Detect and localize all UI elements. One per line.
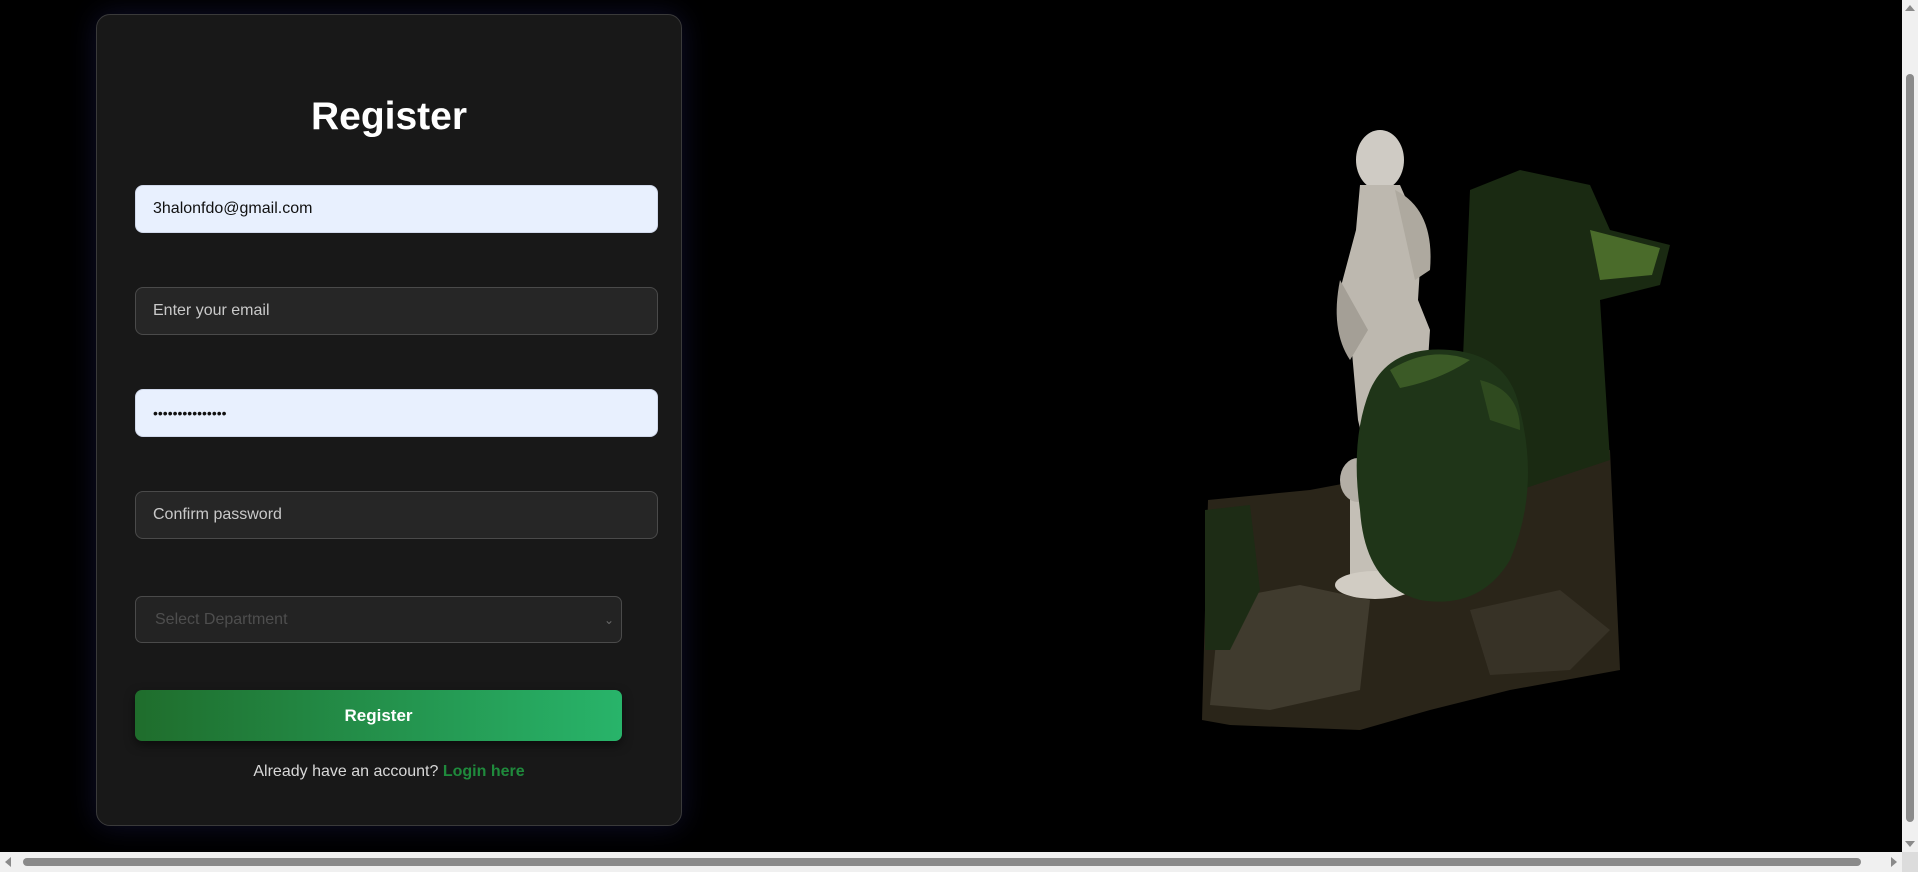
scroll-left-icon[interactable] <box>5 857 11 867</box>
login-prompt-text: Already have an account? <box>253 763 439 780</box>
horizontal-scroll-thumb[interactable] <box>23 858 1861 866</box>
login-prompt: Already have an account? Login here <box>97 763 681 781</box>
department-select-label: Select Department <box>155 610 288 628</box>
confirm-password-field[interactable] <box>135 491 658 539</box>
front-bush <box>1356 349 1528 602</box>
register-card: Register Select Department ⌄ Register Al… <box>96 14 682 826</box>
scroll-up-icon[interactable] <box>1905 5 1915 11</box>
horizontal-scrollbar[interactable] <box>0 852 1902 872</box>
password-field[interactable] <box>135 389 658 437</box>
page-title: Register <box>310 95 468 138</box>
scrollbar-corner <box>1902 852 1918 872</box>
department-select[interactable]: Select Department ⌄ <box>135 596 622 643</box>
scroll-down-icon[interactable] <box>1905 841 1915 847</box>
login-link[interactable]: Login here <box>443 763 525 780</box>
page-viewport: Register Select Department ⌄ Register Al… <box>0 0 1902 852</box>
chevron-down-icon: ⌄ <box>603 612 614 627</box>
register-button[interactable]: Register <box>135 690 622 741</box>
vertical-scroll-thumb[interactable] <box>1906 74 1914 822</box>
vertical-scrollbar[interactable] <box>1902 0 1918 852</box>
scroll-right-icon[interactable] <box>1891 857 1897 867</box>
email-field[interactable] <box>135 185 658 233</box>
confirm-email-field[interactable] <box>135 287 658 335</box>
statue-garden-3d-model[interactable] <box>1190 130 1670 730</box>
